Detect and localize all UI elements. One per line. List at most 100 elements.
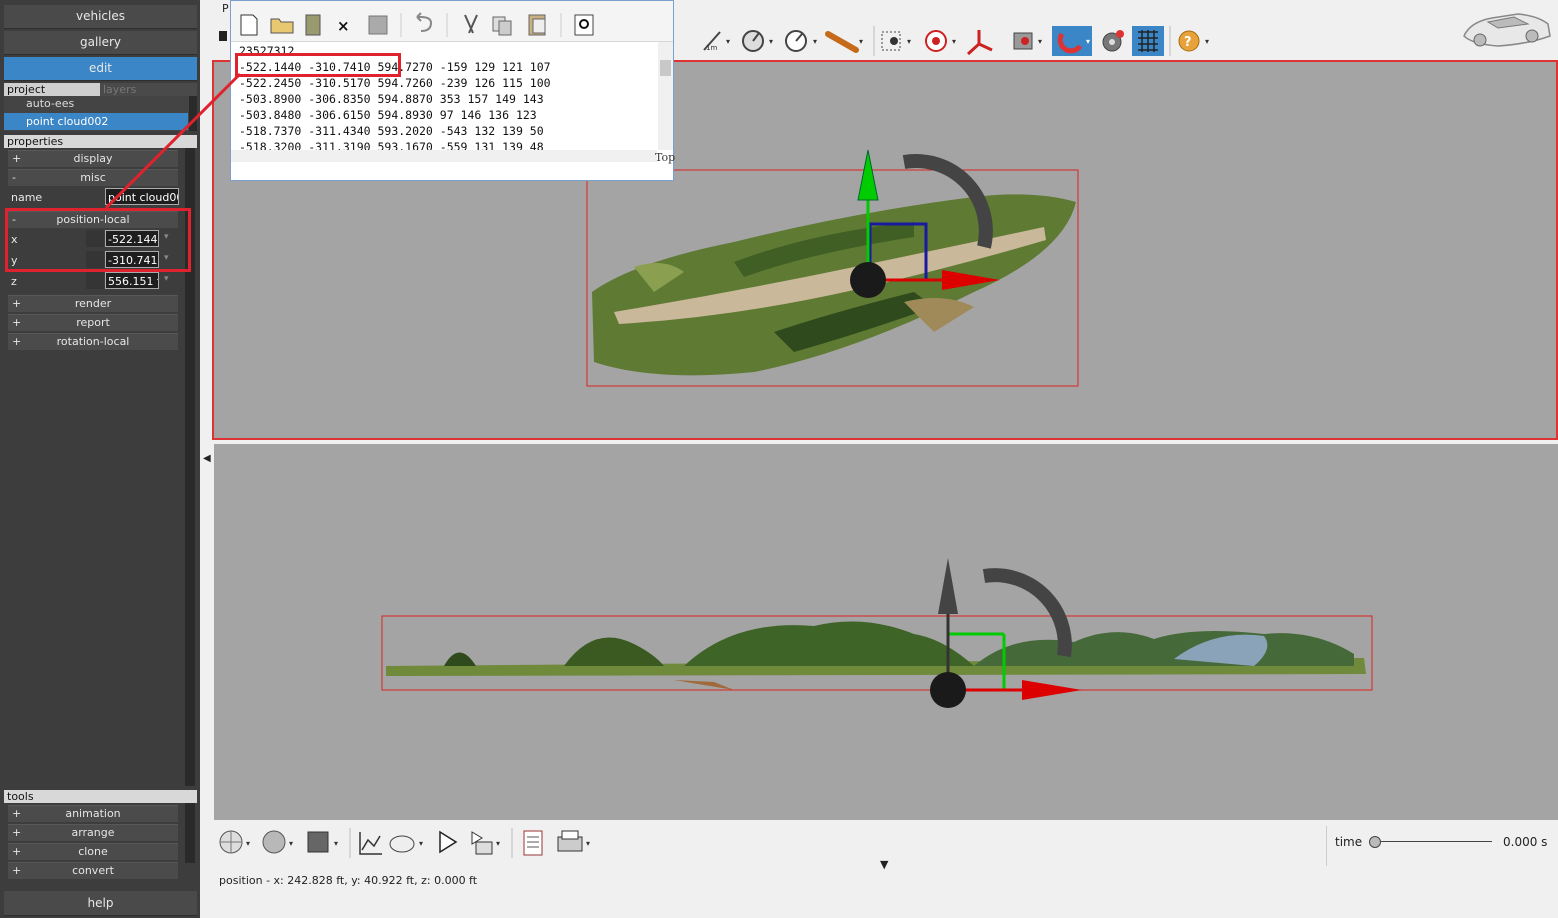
close-icon[interactable]: × [337,17,350,35]
teapot-icon[interactable]: ▾ [389,835,423,853]
text-line: -503.8900 -306.8350 594.8870 353 157 149… [239,92,544,106]
svg-text:▾: ▾ [246,839,250,848]
text-line: -518.7370 -311.4340 593.2020 -543 132 13… [239,124,544,138]
notepad-hscrollbar[interactable] [231,150,657,162]
svg-text:×: × [337,17,350,35]
position-readout: position - x: 242.828 ft, y: 40.922 ft, … [219,874,478,887]
help-button[interactable]: help [4,891,197,916]
group-label: rotation-local [56,335,130,348]
tool-arrange[interactable]: + arrange [8,824,178,841]
find-icon[interactable] [574,14,594,36]
play-icon[interactable] [439,830,458,854]
collapse-arrow-icon[interactable]: ◀ [203,453,211,464]
z-label: z [11,275,17,288]
notepad-vscrollbar[interactable] [658,42,673,150]
svg-text:▾: ▾ [1205,37,1209,46]
time-value: 0.000 s [1503,835,1548,849]
main-toolbar: 1m▾ ▾ ▾ ▾ ▾ ▾ ▾ ▾ ? ▾ [703,26,1209,56]
new-file-icon[interactable] [240,14,258,36]
notepad-window[interactable]: × 23527312 -522.1440 -310.7410 594.7270 … [230,0,676,181]
shade-icon[interactable]: ▾ [262,830,293,854]
text-line: -522.2450 -310.5170 594.7260 -239 126 11… [239,76,551,90]
help-icon[interactable]: ? ▾ [1178,30,1209,52]
svg-text:▾: ▾ [859,37,863,46]
save-icon[interactable] [368,15,388,35]
print-icon[interactable]: ▾ [557,830,590,852]
protractor-icon[interactable]: ▾ [742,30,773,52]
menu-fragment: P [222,2,229,15]
car-logo-icon [1463,13,1551,47]
open-folder-icon[interactable] [270,18,294,34]
chevron-down-icon[interactable]: ▼ [880,858,888,871]
tool-animation[interactable]: + animation [8,805,178,822]
cut-icon[interactable] [464,14,478,34]
connector-line [104,72,242,210]
axis-icon[interactable] [966,30,993,56]
svg-text:▾: ▾ [289,839,293,848]
text-line: -518.3200 -311.3190 593.1670 -559 131 13… [239,140,544,150]
camera-target-icon[interactable]: ▾ [881,31,911,51]
text-line: -503.8480 -306.6150 594.8930 97 146 136 … [239,108,537,122]
divider [1326,826,1327,866]
point-cloud-side-view [381,558,1373,708]
tool-fragment-icon[interactable] [219,31,227,41]
gauge-icon[interactable]: ▾ [785,30,817,52]
bottom-bar: ▾ ▾ ▾ ▾ ▾ ▾ time 0.000 s ▼ position - x:… [212,820,1558,918]
svg-text:▾: ▾ [334,839,338,848]
viewport-bottom[interactable] [214,444,1558,820]
target-icon[interactable]: ▾ [925,30,956,52]
time-slider-handle[interactable] [1369,836,1381,848]
snapshot-icon[interactable]: ▾ [1013,32,1042,50]
copy-icon[interactable] [492,16,512,36]
highlight-box [5,208,191,272]
tool-label: arrange [71,826,115,839]
svg-text:▾: ▾ [726,37,730,46]
tools-header: tools [4,790,197,803]
group-rotation-local[interactable]: + rotation-local [8,333,178,350]
svg-text:▾: ▾ [952,37,956,46]
group-label: report [76,316,110,329]
tool-label: convert [72,864,114,877]
panel-icon[interactable]: ▾ [307,831,338,853]
highlight-box [235,53,401,77]
tool-label: animation [65,807,121,820]
svg-text:▾: ▾ [1038,37,1042,46]
magnet-icon[interactable]: ▾ [1052,26,1092,56]
svg-text:▾: ▾ [496,839,500,848]
measure-icon[interactable]: 1m ▾ [703,31,730,52]
spacer [86,272,104,289]
paste-icon[interactable] [528,14,546,36]
svg-text:▾: ▾ [586,839,590,848]
tools-scrollbar[interactable] [185,803,195,863]
svg-text:▾: ▾ [769,37,773,46]
settings-icon[interactable] [1102,30,1124,52]
archive-icon[interactable] [305,14,321,36]
svg-text:▾: ▾ [419,839,423,848]
tool-label: clone [78,845,108,858]
z-field[interactable]: 556.151 ft [105,272,159,289]
svg-text:1m: 1m [706,44,717,52]
sphere-icon[interactable]: ▾ [219,830,250,854]
undo-icon[interactable] [416,12,433,32]
chart-icon[interactable] [359,832,382,855]
svg-text:▾: ▾ [907,37,911,46]
grid-icon[interactable] [1132,26,1164,56]
bottom-toolbar: ▾ ▾ ▾ ▾ ▾ ▾ [219,828,590,858]
time-slider-track[interactable] [1372,841,1492,842]
tool-clone[interactable]: + clone [8,843,178,860]
tool-convert[interactable]: + convert [8,862,178,879]
svg-text:▾: ▾ [1086,37,1090,46]
group-render[interactable]: + render [8,295,178,312]
group-report[interactable]: + report [8,314,178,331]
tab-project[interactable]: project [4,83,100,96]
svg-text:?: ? [1184,35,1192,50]
sequence-icon[interactable]: ▾ [471,831,500,855]
ruler-icon[interactable]: ▾ [825,31,863,53]
vehicles-button[interactable]: vehicles [4,5,197,29]
name-label: name [11,191,43,204]
notes-icon[interactable] [523,830,543,856]
top-label: Top [655,151,676,164]
chevron-down-icon[interactable]: ▾ [164,274,169,284]
gallery-button[interactable]: gallery [4,31,197,55]
notepad-toolbar: × [231,1,673,42]
